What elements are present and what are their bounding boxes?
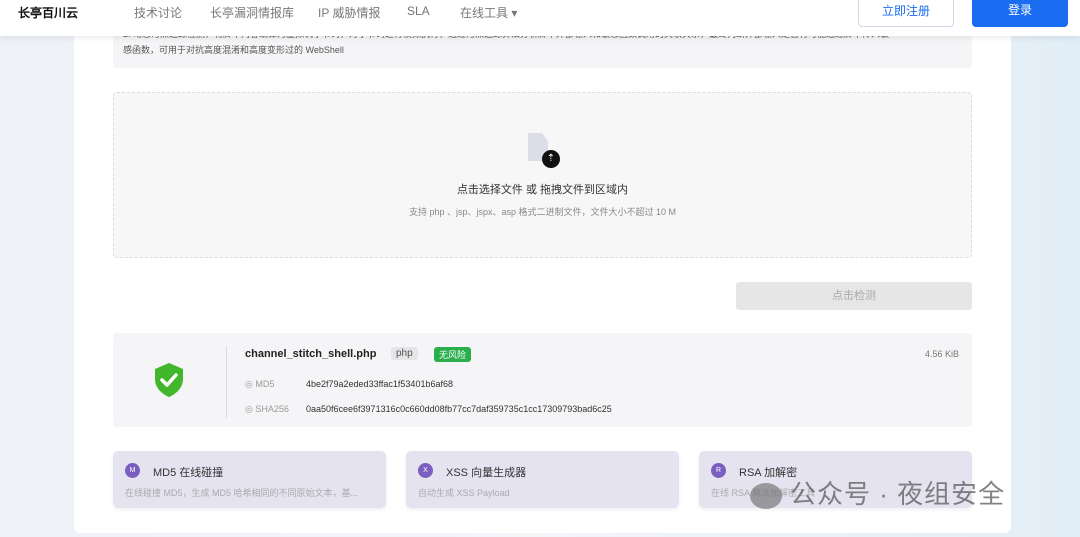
tool-card-xss[interactable]: X XSS 向量生成器 自动生成 XSS Payload xyxy=(406,451,679,508)
description-line2: 感函数，可用于对抗高度混淆和高度变形过的 WebShell xyxy=(123,45,344,55)
nav-item-vuln[interactable]: 长亭漏洞情报库 xyxy=(210,4,294,21)
wechat-icon xyxy=(750,483,782,510)
tool-title: XSS 向量生成器 xyxy=(446,467,527,479)
shield-check-icon xyxy=(155,363,183,397)
sha256-label: ◎ SHA256 xyxy=(245,404,289,415)
login-button[interactable]: 登录 xyxy=(972,0,1068,27)
upload-title: 点击选择文件 或 拖拽文件到区域内 xyxy=(456,184,629,196)
nav-item-tech[interactable]: 技术讨论 xyxy=(134,4,182,21)
fingerprint-icon: ◎ xyxy=(245,379,256,389)
tool-desc: 在线碰撞 MD5，生成 MD5 哈希相同的不同原始文本，基... xyxy=(125,488,359,498)
detect-button[interactable]: 点击检测 xyxy=(736,282,972,310)
logo[interactable]: 长亭百川云 xyxy=(18,4,78,21)
upload-hint: 支持 php 、jsp、jspx、asp 格式二进制文件，文件大小不超过 10 … xyxy=(408,207,677,217)
fingerprint-icon: ◎ xyxy=(245,404,256,414)
divider xyxy=(226,346,227,418)
upload-dropzone[interactable]: ⇡ 点击选择文件 或 拖拽文件到区域内 支持 php 、jsp、jspx、asp… xyxy=(113,92,972,258)
watermark: 公众号 · 夜组安全 xyxy=(750,474,1005,511)
watermark-text: 公众号 · 夜组安全 xyxy=(790,479,1006,509)
nav-item-tools[interactable]: 在线工具 ▾ xyxy=(460,4,517,21)
result-panel: channel_stitch_shell.php php 无风险 4.56 Ki… xyxy=(113,333,972,427)
risk-status-badge: 无风险 xyxy=(434,347,472,362)
md5-label-text: MD5 xyxy=(255,379,275,389)
sha256-label-text: SHA256 xyxy=(255,404,289,414)
tool-badge-icon: R xyxy=(711,463,726,478)
tool-card-md5[interactable]: M MD5 在线碰撞 在线碰撞 MD5，生成 MD5 哈希相同的不同原始文本，基… xyxy=(113,451,386,508)
md5-value: 4be2f79a2eded33ffac1f53401b6af68 xyxy=(306,379,453,389)
tool-badge-icon: M xyxy=(125,463,140,478)
file-size: 4.56 KiB xyxy=(924,349,959,359)
sha256-value: 0aa50f6cee6f3971316c0c660dd08fb77cc7daf3… xyxy=(306,404,612,414)
nav-item-sla[interactable]: SLA xyxy=(407,4,430,18)
file-type-tag: php xyxy=(391,347,418,360)
nav-item-ip[interactable]: IP 威胁情报 xyxy=(318,4,380,21)
upload-icon: ⇡ xyxy=(542,150,560,168)
tool-title: MD5 在线碰撞 xyxy=(153,467,224,479)
register-button[interactable]: 立即注册 xyxy=(858,0,954,27)
file-name: channel_stitch_shell.php xyxy=(245,348,377,360)
tool-desc: 自动生成 XSS Payload xyxy=(418,488,510,498)
md5-label: ◎ MD5 xyxy=(245,379,274,390)
tool-badge-icon: X xyxy=(418,463,433,478)
top-nav: 长亭百川云 技术讨论 长亭漏洞情报库 IP 威胁情报 SLA 在线工具 ▾ 立即… xyxy=(0,0,1080,36)
